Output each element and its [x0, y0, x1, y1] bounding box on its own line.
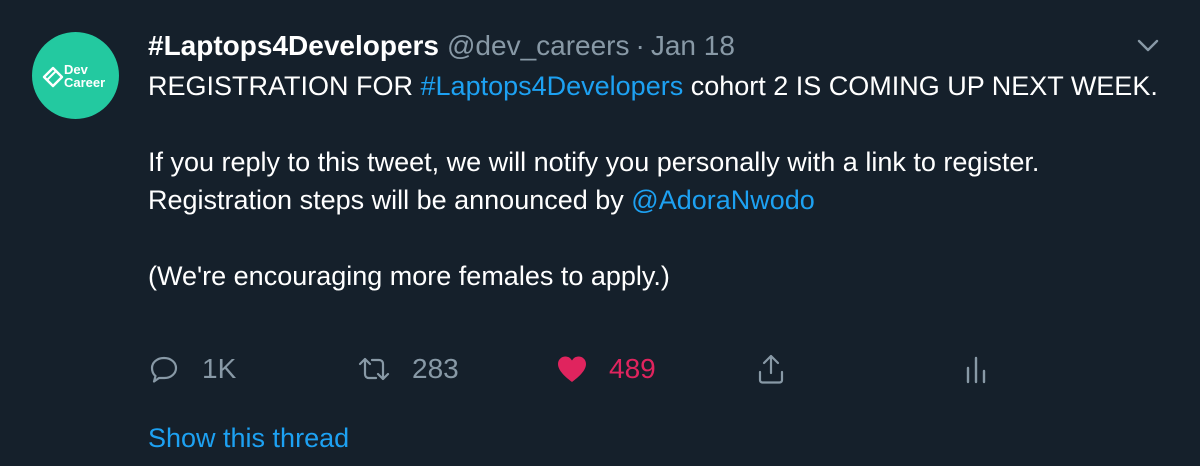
analytics-icon: [966, 356, 986, 384]
tweet-text: REGISTRATION FOR #Laptops4Developers coh…: [148, 67, 1158, 295]
user-handle[interactable]: @dev_careers: [447, 30, 630, 61]
display-name[interactable]: #Laptops4Developers: [148, 30, 439, 61]
like-count: 489: [609, 353, 656, 384]
heart-icon: [558, 356, 586, 382]
tweet-paragraph-2: If you reply to this tweet, we will noti…: [148, 143, 1158, 219]
reply-icon: [150, 356, 178, 383]
like-button[interactable]: 489: [555, 345, 656, 393]
avatar-logo-text: Dev Career: [64, 63, 105, 89]
dev-career-logo-icon: [42, 66, 64, 88]
tweet-text-segment: Registration steps will be announced by: [148, 185, 632, 215]
more-options-button[interactable]: [1131, 33, 1165, 59]
separator-dot: ·: [635, 30, 645, 61]
reply-count: 1K: [202, 353, 237, 384]
hashtag-link[interactable]: #Laptops4Developers: [421, 71, 684, 101]
retweet-icon: [358, 357, 390, 381]
retweet-button[interactable]: 283: [356, 345, 459, 393]
tweet-text-segment: If you reply to this tweet, we will noti…: [148, 147, 1040, 177]
analytics-button[interactable]: [963, 345, 989, 393]
tweet-text-segment: REGISTRATION FOR: [148, 71, 421, 101]
tweet-paragraph-1: REGISTRATION FOR #Laptops4Developers coh…: [148, 67, 1158, 105]
mention-link[interactable]: @AdoraNwodo: [631, 185, 815, 215]
avatar[interactable]: Dev Career: [32, 32, 119, 119]
share-icon: [758, 354, 784, 384]
tweet-paragraph-3: (We're encouraging more females to apply…: [148, 261, 670, 291]
retweet-count: 283: [412, 353, 459, 384]
show-thread-link[interactable]: Show this thread: [148, 418, 349, 458]
tweet-date[interactable]: Jan 18: [651, 30, 735, 61]
tweet-text-segment: cohort 2 IS COMING UP NEXT WEEK.: [683, 71, 1158, 101]
tweet: Dev Career #Laptops4Developers @dev_caree…: [0, 0, 1200, 466]
tweet-actions: 1K 283 489: [148, 345, 1168, 393]
share-button[interactable]: [755, 345, 787, 393]
tweet-header: #Laptops4Developers @dev_careers · Jan 18: [148, 26, 735, 66]
avatar-logo-line2: Career: [64, 75, 106, 90]
reply-button[interactable]: 1K: [148, 345, 236, 393]
chevron-down-icon: [1137, 39, 1159, 52]
